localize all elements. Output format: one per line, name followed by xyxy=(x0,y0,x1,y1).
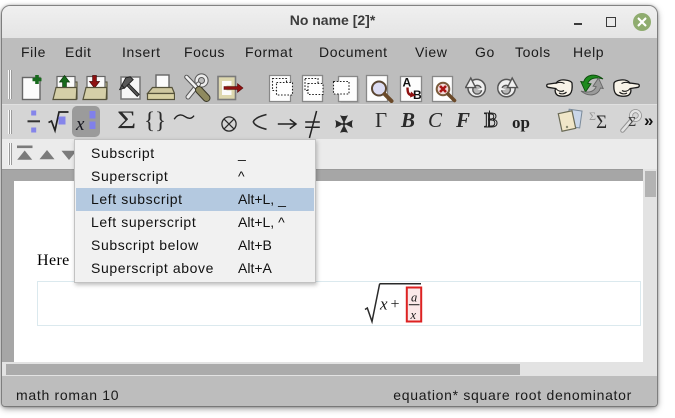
svg-text:x: x xyxy=(75,114,85,135)
svg-text:x: x xyxy=(410,308,417,322)
svg-text:B: B xyxy=(484,108,498,132)
svg-text:+: + xyxy=(391,296,400,313)
svg-text:a: a xyxy=(411,291,417,305)
svg-text:x: x xyxy=(379,295,388,314)
svg-text:A: A xyxy=(403,76,412,90)
